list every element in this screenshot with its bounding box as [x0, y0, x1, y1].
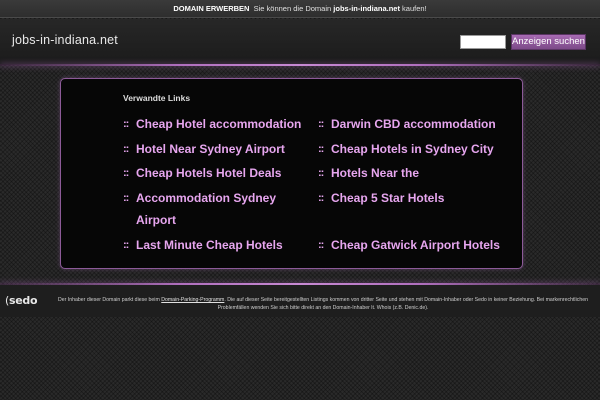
search-input[interactable] [460, 35, 506, 49]
related-link[interactable]: :: Darwin CBD accommodation [318, 113, 518, 138]
related-link[interactable]: :: Cheap Gatwick Airport Hotels [318, 234, 518, 259]
related-link[interactable]: :: Hotels Near the [318, 162, 518, 187]
bullet-icon: :: [123, 191, 129, 204]
top-banner: DOMAIN ERWERBEN Sie können die Domain jo… [0, 0, 600, 18]
related-link[interactable]: :: Accommodation SydneyAirport [123, 187, 323, 234]
buy-domain-name[interactable]: jobs-in-indiana.net [333, 4, 400, 13]
related-link-label: Cheap Hotels in Sydney City [331, 141, 494, 156]
bullet-icon: :: [318, 142, 324, 155]
bullet-icon: :: [318, 118, 324, 130]
related-links-panel: Verwandte Links :: Cheap Hotel accommodat… [60, 78, 523, 269]
buy-domain-text: Sie können die Domain [253, 4, 332, 13]
related-links-title: Verwandte Links [123, 93, 191, 103]
related-link[interactable]: :: Cheap Hotels in Sydney City [318, 138, 518, 163]
bullet-icon: :: [318, 167, 324, 179]
related-link[interactable]: :: Cheap Hotels Hotel Deals [123, 162, 323, 187]
bullet-icon: :: [318, 191, 324, 204]
related-link-label: Hotels Near the [331, 166, 420, 180]
buy-domain-label[interactable]: DOMAIN ERWERBEN [173, 4, 249, 13]
search-button[interactable]: Anzeigen suchen [511, 34, 586, 50]
footer-text-part2: . Die auf dieser Seite bereitgestellten … [217, 297, 588, 311]
related-link[interactable]: :: Hotel Near Sydney Airport [123, 138, 323, 163]
related-link-label: Accommodation Sydney [136, 190, 277, 205]
related-link-label: Cheap 5 Star Hotels [331, 190, 445, 205]
buy-domain-text-end: kaufen! [402, 4, 427, 13]
bullet-icon: :: [123, 167, 129, 179]
related-link-label: Cheap Gatwick Airport Hotels [331, 237, 500, 252]
footer: (sedo Der Inhaber dieser Domain parkt di… [0, 285, 600, 317]
bullet-icon: :: [123, 238, 129, 251]
related-link-label: Cheap Hotel accommodation [136, 117, 302, 131]
related-link-label: Darwin CBD accommodation [331, 117, 496, 131]
site-title[interactable]: jobs-in-indiana.net [12, 33, 118, 47]
bullet-icon: :: [318, 238, 324, 251]
header-divider [0, 64, 600, 66]
related-link-label: Cheap Hotels Hotel Deals [136, 166, 282, 180]
related-link-label: Hotel Near Sydney Airport [136, 141, 285, 156]
related-link[interactable]: :: Cheap Hotel accommodation [123, 113, 323, 138]
footer-text-part1: Der Inhaber dieser Domain parkt diese be… [57, 297, 160, 303]
bullet-icon: :: [123, 118, 129, 130]
related-link[interactable]: :: Cheap 5 Star Hotels [318, 187, 518, 212]
footer-disclaimer: Der Inhaber dieser Domain parkt diese be… [50, 296, 596, 312]
bullet-icon: :: [123, 142, 129, 155]
related-link-label-line2: Airport [136, 212, 176, 227]
parking-program-link[interactable]: Domain-Parking-Programm [161, 297, 224, 303]
related-link-label: Last Minute Cheap Hotels [136, 237, 283, 252]
sedo-logo-text: sedo [9, 294, 38, 307]
related-links-right-column: :: Darwin CBD accommodation :: Cheap Hotel… [318, 113, 518, 258]
sedo-logo[interactable]: (sedo [5, 294, 38, 307]
related-links-left-column: :: Cheap Hotel accommodation :: Hotel Near… [123, 113, 323, 258]
related-link[interactable]: :: Last Minute Cheap Hotels [123, 234, 323, 259]
